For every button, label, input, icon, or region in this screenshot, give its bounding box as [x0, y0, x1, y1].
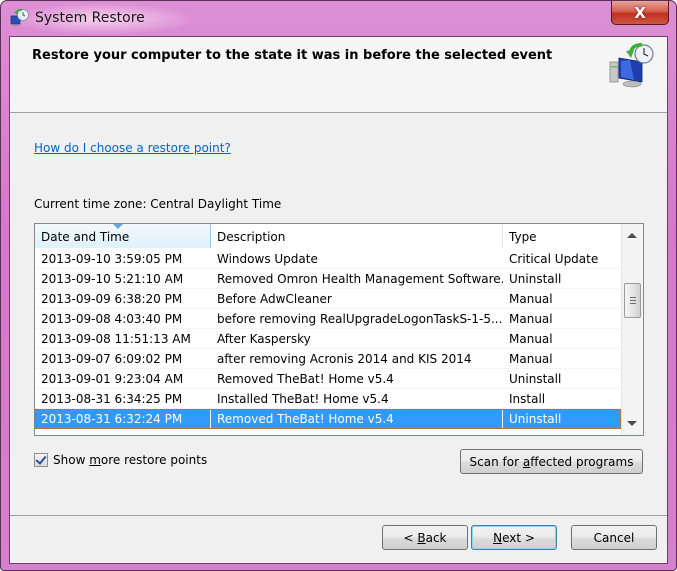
list-header: Date and Time Description Type [35, 224, 621, 248]
close-icon: X [634, 3, 646, 22]
label-part: < [403, 531, 418, 545]
label-part: Show [53, 453, 90, 467]
cell-description: Windows Update [217, 252, 318, 266]
label-part: ext > [502, 531, 535, 545]
system-restore-app-icon [10, 8, 29, 26]
cell-type: Manual [509, 332, 553, 346]
list-rows: 2013-09-10 3:59:05 PM Windows Update Cri… [35, 249, 621, 429]
next-button[interactable]: Next > [471, 525, 557, 550]
cell-date: 2013-09-10 3:59:05 PM [41, 252, 183, 266]
checkbox-label: Show more restore points [53, 453, 207, 467]
list-row[interactable]: 2013-08-31 6:34:25 PM Installed TheBat! … [35, 389, 621, 409]
window-title: System Restore [35, 10, 145, 26]
grip-line [630, 303, 636, 304]
grip-line [630, 297, 636, 298]
cell-type: Manual [509, 292, 553, 306]
cell-description: Removed Omron Health Management Software… [217, 272, 503, 286]
cell-date: 2013-08-31 6:32:24 PM [35, 409, 211, 428]
list-row[interactable]: 2013-09-07 6:09:02 PM after removing Acr… [35, 349, 621, 369]
system-restore-icon [609, 43, 654, 88]
cancel-button[interactable]: Cancel [571, 525, 657, 550]
scan-affected-programs-button[interactable]: Scan for affected programs [460, 449, 643, 474]
cell-description: Removed TheBat! Home v5.4 [217, 372, 394, 386]
cell-date: 2013-09-08 4:03:40 PM [41, 312, 183, 326]
list-row-selected[interactable]: 2013-08-31 6:32:24 PM Removed TheBat! Ho… [35, 409, 621, 429]
column-header-description[interactable]: Description [211, 224, 503, 248]
grip-line [630, 300, 636, 301]
page-title: Restore your computer to the state it wa… [32, 48, 553, 63]
cell-type: Install [509, 392, 546, 406]
cell-type: Uninstall [509, 272, 562, 286]
cell-description: Removed TheBat! Home v5.4 [211, 409, 503, 428]
column-header-date[interactable]: Date and Time [35, 224, 211, 248]
cell-type: Critical Update [509, 252, 599, 266]
footer-divider [10, 515, 667, 516]
cell-description: Installed TheBat! Home v5.4 [217, 392, 389, 406]
cell-description: After Kaspersky [217, 332, 311, 346]
cell-description: after removing Acronis 2014 and KIS 2014 [217, 352, 472, 366]
cell-date: 2013-09-09 6:38:20 PM [41, 292, 183, 306]
show-more-restore-points-checkbox[interactable]: Show more restore points [34, 453, 207, 467]
accelerator-key: B [417, 531, 426, 545]
cell-description: before removing RealUpgradeLogonTaskS-1-… [217, 312, 503, 326]
label-part: Scan for [469, 455, 523, 469]
list-row[interactable]: 2013-09-10 3:59:05 PM Windows Update Cri… [35, 249, 621, 269]
column-header-label: Date and Time [41, 230, 130, 244]
cell-type: Uninstall [509, 412, 562, 426]
scroll-up-arrow-icon[interactable] [627, 233, 637, 238]
scrollbar-thumb[interactable] [624, 283, 641, 318]
cell-description: Before AdwCleaner [217, 292, 332, 306]
column-header-label: Type [509, 230, 537, 244]
list-row[interactable]: 2013-09-01 9:23:04 AM Removed TheBat! Ho… [35, 369, 621, 389]
help-link[interactable]: How do I choose a restore point? [34, 141, 231, 155]
cell-date: 2013-09-07 6:09:02 PM [41, 352, 183, 366]
cell-type: Uninstall [509, 372, 562, 386]
cell-date: 2013-09-10 5:21:10 AM [41, 272, 184, 286]
accelerator-key: m [89, 453, 101, 467]
column-header-label: Description [217, 230, 286, 244]
checkbox-checked-icon[interactable] [34, 453, 48, 467]
wizard-header: Restore your computer to the state it wa… [10, 37, 667, 113]
list-row[interactable]: 2013-09-08 4:03:40 PM before removing Re… [35, 309, 621, 329]
label-part: ack [425, 531, 447, 545]
back-button[interactable]: < Back [382, 525, 468, 550]
list-row[interactable]: 2013-09-10 5:21:10 AM Removed Omron Heal… [35, 269, 621, 289]
cell-date: 2013-09-01 9:23:04 AM [41, 372, 184, 386]
vertical-scrollbar[interactable] [621, 224, 643, 435]
title-bar[interactable]: System Restore X [1, 1, 676, 37]
list-row[interactable]: 2013-09-09 6:38:20 PM Before AdwCleaner … [35, 289, 621, 309]
list-row[interactable]: 2013-09-08 11:51:13 AM After Kaspersky M… [35, 329, 621, 349]
column-header-type[interactable]: Type [503, 224, 621, 248]
cell-date: 2013-09-08 11:51:13 AM [41, 332, 191, 346]
accelerator-key: N [493, 531, 503, 545]
wizard-client-area: Restore your computer to the state it wa… [9, 36, 668, 564]
scroll-down-arrow-icon[interactable] [627, 421, 637, 426]
restore-points-list[interactable]: Date and Time Description Type 2013-09-1… [34, 223, 644, 436]
sort-descending-icon [113, 224, 123, 229]
system-restore-window: System Restore X Restore your computer t… [0, 0, 677, 571]
cell-type: Manual [509, 352, 553, 366]
close-button[interactable]: X [611, 1, 669, 25]
label-part: ore restore points [100, 453, 208, 467]
cell-date: 2013-08-31 6:34:25 PM [41, 392, 183, 406]
timezone-label: Current time zone: Central Daylight Time [34, 197, 282, 211]
label-part: ffected programs [530, 455, 634, 469]
cell-type: Manual [509, 312, 553, 326]
